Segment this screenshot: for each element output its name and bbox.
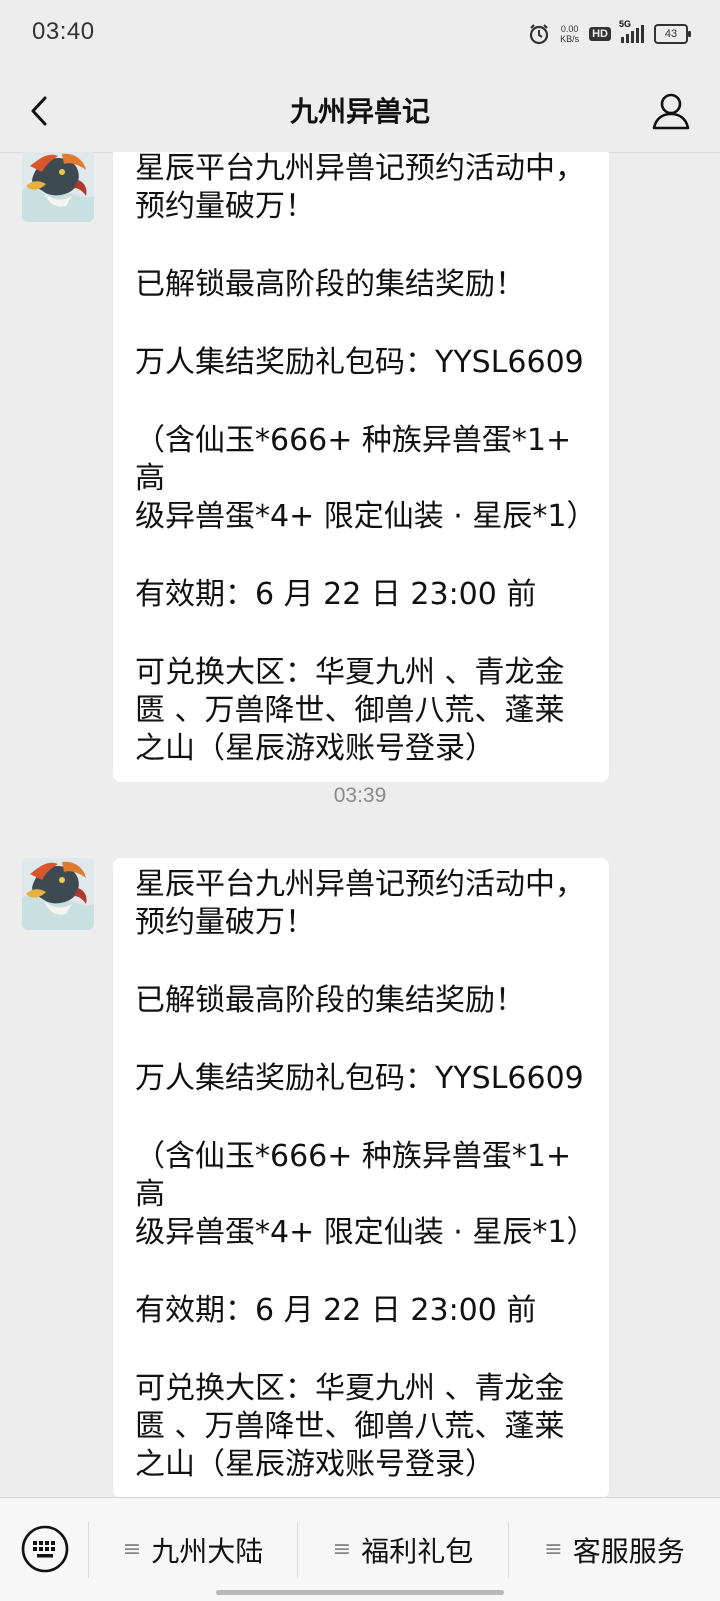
profile-button[interactable] bbox=[648, 88, 694, 134]
net-speed-unit: KB/s bbox=[560, 34, 580, 44]
message-text: 星辰平台九州异兽记预约活动中， 预约量破万！ bbox=[135, 152, 585, 224]
message-timestamp: 03:39 bbox=[333, 784, 387, 807]
hd-badge: HD bbox=[589, 27, 611, 41]
battery-level: 43 bbox=[664, 28, 678, 40]
alarm-icon bbox=[529, 24, 549, 45]
message-text: 有效期：6 月 22 日 23:00 前 bbox=[135, 577, 537, 612]
status-time: 03:40 bbox=[32, 18, 95, 45]
menu-lines-icon: ≡ bbox=[332, 1537, 352, 1562]
message-text: 可兑换大区：华夏九州 、青龙金 匮 、万兽降世、御兽八荒、蓬莱 之山（星辰游戏账… bbox=[135, 655, 565, 766]
dragon-avatar-image bbox=[22, 152, 94, 222]
home-indicator[interactable] bbox=[216, 1590, 504, 1595]
menu-item-jiuzhou[interactable]: ≡ 九州大陆 bbox=[89, 1498, 297, 1601]
menu-item-label: 客服服务 bbox=[572, 1534, 685, 1568]
message-text: 可兑换大区：华夏九州 、青龙金 匮 、万兽降世、御兽八荒、蓬莱 之山（星辰游戏账… bbox=[135, 1371, 565, 1482]
message-bubble[interactable]: 星辰平台九州异兽记预约活动中， 预约量破万！ 已解锁最高阶段的集结奖励！ 万人集… bbox=[113, 152, 609, 782]
avatar[interactable] bbox=[22, 858, 94, 930]
keyboard-icon bbox=[21, 1525, 69, 1573]
message-text: 有效期：6 月 22 日 23:00 前 bbox=[135, 1293, 537, 1328]
status-bar: 03:40 0.00 KB/s HD 5G 43 bbox=[0, 0, 720, 70]
person-icon bbox=[652, 93, 690, 130]
message-bubble[interactable]: 星辰平台九州异兽记预约活动中， 预约量破万！ 已解锁最高阶段的集结奖励！ 万人集… bbox=[113, 858, 609, 1497]
dragon-avatar-image bbox=[22, 858, 94, 930]
bottom-menu: ≡ 九州大陆 ≡ 福利礼包 ≡ 客服服务 bbox=[0, 1497, 720, 1601]
message-text: 万人集结奖励礼包码：YYSL6609 bbox=[135, 345, 584, 380]
message-text: （含仙玉*666+ 种族异兽蛋*1+ 高 级异兽蛋*4+ 限定仙装 · 星辰*1… bbox=[135, 1139, 597, 1250]
menu-lines-icon: ≡ bbox=[544, 1537, 563, 1562]
avatar[interactable] bbox=[22, 152, 94, 222]
status-icons: 0.00 KB/s HD 5G 43 bbox=[528, 19, 691, 48]
chat-area[interactable]: 星辰平台九州异兽记预约活动中， 预约量破万！ 已解锁最高阶段的集结奖励！ 万人集… bbox=[0, 152, 720, 1497]
message-text: 万人集结奖励礼包码：YYSL6609 bbox=[135, 1061, 584, 1096]
menu-item-support[interactable]: ≡ 客服服务 bbox=[509, 1498, 720, 1601]
signal-icon: 5G bbox=[619, 19, 644, 43]
menu-lines-icon: ≡ bbox=[122, 1537, 142, 1562]
menu-item-welfare[interactable]: ≡ 福利礼包 bbox=[298, 1498, 508, 1601]
network-type: 5G bbox=[619, 19, 632, 29]
nav-bar: 九州异兽记 bbox=[0, 70, 720, 153]
net-speed-value: 0.00 bbox=[560, 24, 579, 34]
message-text: 已解锁最高阶段的集结奖励！ bbox=[135, 267, 525, 302]
battery-icon: 43 bbox=[654, 24, 691, 44]
message-text: （含仙玉*666+ 种族异兽蛋*1+ 高 级异兽蛋*4+ 限定仙装 · 星辰*1… bbox=[135, 423, 597, 534]
message-text: 已解锁最高阶段的集结奖励！ bbox=[135, 983, 525, 1018]
menu-item-label: 九州大陆 bbox=[151, 1534, 264, 1568]
net-speed: 0.00 KB/s bbox=[560, 24, 579, 44]
keyboard-toggle-button[interactable] bbox=[20, 1524, 70, 1574]
message-text: 星辰平台九州异兽记预约活动中， 预约量破万！ bbox=[135, 867, 585, 940]
page-title: 九州异兽记 bbox=[289, 95, 430, 128]
menu-item-label: 福利礼包 bbox=[361, 1534, 474, 1568]
